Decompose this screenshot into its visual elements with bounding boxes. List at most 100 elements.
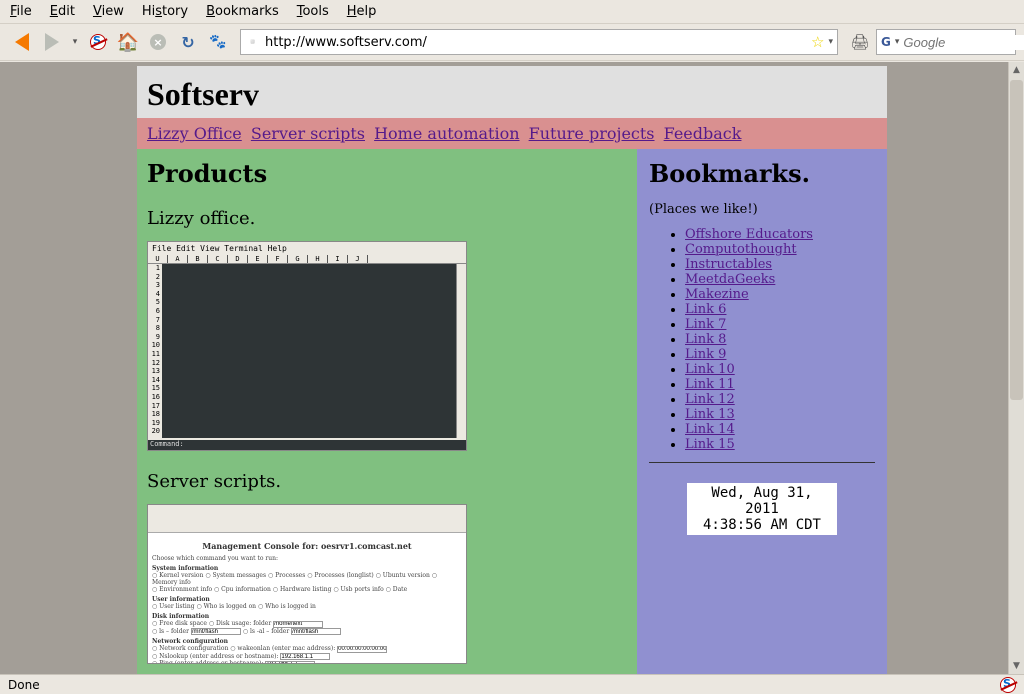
bookmark-item: Link 13 [685, 407, 875, 422]
shot2-net3-input [265, 661, 315, 665]
bookmark-item: Link 6 [685, 302, 875, 317]
history-dropdown[interactable]: ▾ [68, 28, 82, 56]
url-input[interactable] [265, 35, 807, 50]
paw-button[interactable]: 🐾 [204, 28, 232, 56]
vertical-scrollbar[interactable]: ▲ ▼ [1008, 62, 1024, 674]
bookmark-star-icon[interactable]: ☆ [811, 33, 824, 51]
nav-home-auto[interactable]: Home automation [374, 124, 519, 143]
menu-help[interactable]: Help [347, 4, 377, 19]
viewport: Softserv Lizzy Office Server scripts Hom… [0, 62, 1024, 674]
shot2-disk2: ○ ls – folder [152, 628, 189, 635]
bookmark-link[interactable]: Link 10 [685, 362, 735, 377]
products-heading: Products [147, 159, 627, 188]
menu-file[interactable]: File [10, 4, 32, 19]
home-icon: 🏠 [117, 32, 139, 53]
nav-future[interactable]: Future projects [529, 124, 655, 143]
server-heading: Server scripts. [147, 471, 627, 492]
shot2-disk-h: Disk information [152, 613, 462, 620]
url-dropdown-icon[interactable]: ▾ [828, 37, 833, 47]
paw-icon: 🐾 [209, 34, 226, 50]
bookmark-link[interactable]: Link 7 [685, 317, 726, 332]
shot2-disk1-input [273, 621, 323, 628]
bookmark-item: Makezine [685, 287, 875, 302]
search-input[interactable] [903, 35, 1024, 50]
bookmark-item: Link 7 [685, 317, 875, 332]
bookmark-link[interactable]: Makezine [685, 287, 749, 302]
bookmark-item: Computothought [685, 242, 875, 257]
bookmark-link[interactable]: Link 13 [685, 407, 735, 422]
bookmarks-list: Offshore EducatorsComputothoughtInstruct… [685, 227, 875, 452]
lizzy-screenshot: File Edit View Terminal Help UABCDEFGHIJ… [147, 241, 467, 451]
shot2-disk3-input [291, 628, 341, 635]
stop-icon: × [150, 34, 166, 50]
stop-button[interactable]: × [144, 28, 172, 56]
home-button[interactable]: 🏠 [114, 28, 142, 56]
back-button[interactable] [8, 28, 36, 56]
bookmark-link[interactable]: Link 8 [685, 332, 726, 347]
bookmark-item: Link 11 [685, 377, 875, 392]
google-icon: G [881, 35, 891, 49]
forward-button[interactable] [38, 28, 66, 56]
shot2-net1-input [337, 646, 387, 653]
site-favicon: ▫️ [245, 34, 261, 50]
shot2-net3: ○ Ping (enter address or hostname): [152, 660, 263, 664]
nav-feedback[interactable]: Feedback [664, 124, 742, 143]
arrow-right-icon [45, 33, 59, 51]
scrollbar-thumb[interactable] [1010, 80, 1023, 400]
shot2-net-h: Network configuration [152, 638, 462, 645]
nav-lizzy[interactable]: Lizzy Office [147, 124, 242, 143]
bookmark-link[interactable]: Computothought [685, 242, 797, 257]
browser-toolbar: ▾ 🏠 × ↻ 🐾 ▫️ ☆ ▾ 🖨 G ▾ 🔍 [0, 23, 1024, 61]
search-box[interactable]: G ▾ 🔍 [876, 29, 1016, 55]
bookmarks-heading: Bookmarks. [649, 159, 875, 188]
print-icon: 🖨 [850, 33, 869, 51]
server-screenshot: Management Console for: oesrvr1.comcast.… [147, 504, 467, 664]
columns: Products Lizzy office. File Edit View Te… [137, 149, 887, 674]
noscript-status-icon[interactable] [1000, 677, 1016, 693]
bookmark-item: Link 9 [685, 347, 875, 362]
shot2-sys-h: System information [152, 565, 462, 572]
reload-button[interactable]: ↻ [174, 28, 202, 56]
shot1-body [162, 264, 456, 438]
url-bar[interactable]: ▫️ ☆ ▾ [240, 29, 838, 55]
nav-scripts[interactable]: Server scripts [251, 124, 365, 143]
divider [649, 462, 875, 463]
bookmark-item: Link 12 [685, 392, 875, 407]
bookmark-link[interactable]: Instructables [685, 257, 772, 272]
bookmark-link[interactable]: Link 11 [685, 377, 735, 392]
status-bar: Done [0, 674, 1024, 694]
bookmark-link[interactable]: Link 9 [685, 347, 726, 362]
print-button[interactable]: 🖨 [846, 28, 874, 56]
bookmark-link[interactable]: MeetdaGeeks [685, 272, 775, 287]
menu-edit[interactable]: Edit [50, 4, 75, 19]
menu-bookmarks[interactable]: Bookmarks [206, 4, 279, 19]
bookmark-link[interactable]: Offshore Educators [685, 227, 813, 242]
bookmarks-sub: (Places we like!) [649, 202, 875, 217]
menu-tools[interactable]: Tools [297, 4, 329, 19]
menu-history[interactable]: History [142, 4, 188, 19]
shot1-command: Command: [148, 440, 466, 450]
menu-view[interactable]: View [93, 4, 124, 19]
shot1-columns: UABCDEFGHIJ [148, 255, 466, 264]
scroll-down-icon[interactable]: ▼ [1009, 658, 1024, 674]
bookmark-link[interactable]: Link 14 [685, 422, 735, 437]
date-box: Wed, Aug 31, 2011 4:38:56 AM CDT [687, 483, 837, 535]
shot2-net2: ○ Nslookup (enter address or hostname): [152, 653, 279, 660]
bookmarks-column: Bookmarks. (Places we like!) Offshore Ed… [637, 149, 887, 674]
browser-menubar: File Edit View History Bookmarks Tools H… [0, 0, 1024, 23]
date-line2: 4:38:56 AM CDT [693, 517, 831, 533]
chevron-down-icon: ▾ [73, 37, 78, 47]
shot2-choose: Choose which command you want to run: [152, 555, 462, 562]
search-engine-dropdown[interactable]: ▾ [895, 37, 900, 47]
scroll-up-icon[interactable]: ▲ [1009, 62, 1024, 78]
bookmark-item: Link 8 [685, 332, 875, 347]
bookmark-item: Link 10 [685, 362, 875, 377]
shot2-user-h: User information [152, 596, 462, 603]
bookmark-item: Link 14 [685, 422, 875, 437]
shot2-net1: ○ Network configuration ○ wakeonlan (ent… [152, 645, 335, 652]
status-text: Done [8, 678, 40, 692]
noscript-button[interactable] [84, 28, 112, 56]
bookmark-link[interactable]: Link 12 [685, 392, 735, 407]
bookmark-link[interactable]: Link 15 [685, 437, 735, 452]
bookmark-link[interactable]: Link 6 [685, 302, 726, 317]
